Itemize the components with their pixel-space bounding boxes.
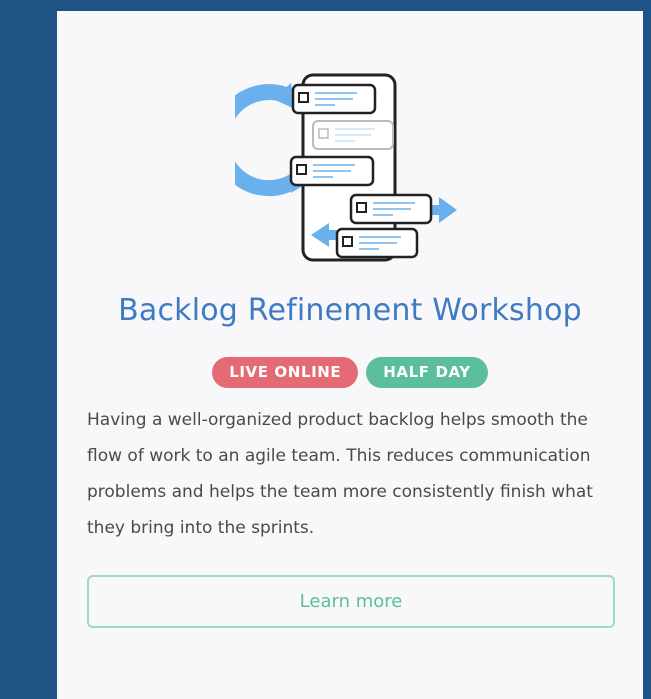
card-title: Backlog Refinement Workshop xyxy=(118,293,582,328)
half-day-badge: HALF DAY xyxy=(366,357,488,388)
badge-row: LIVE ONLINE HALF DAY xyxy=(57,357,643,388)
page: Backlog Refinement Workshop LIVE ONLINE … xyxy=(0,0,651,699)
workshop-card: Backlog Refinement Workshop LIVE ONLINE … xyxy=(57,11,643,699)
learn-more-button[interactable]: Learn more xyxy=(87,575,615,628)
backlog-refinement-icon xyxy=(212,69,465,274)
card-description: Having a well-organized product backlog … xyxy=(87,410,593,538)
live-online-badge: LIVE ONLINE xyxy=(212,357,359,388)
